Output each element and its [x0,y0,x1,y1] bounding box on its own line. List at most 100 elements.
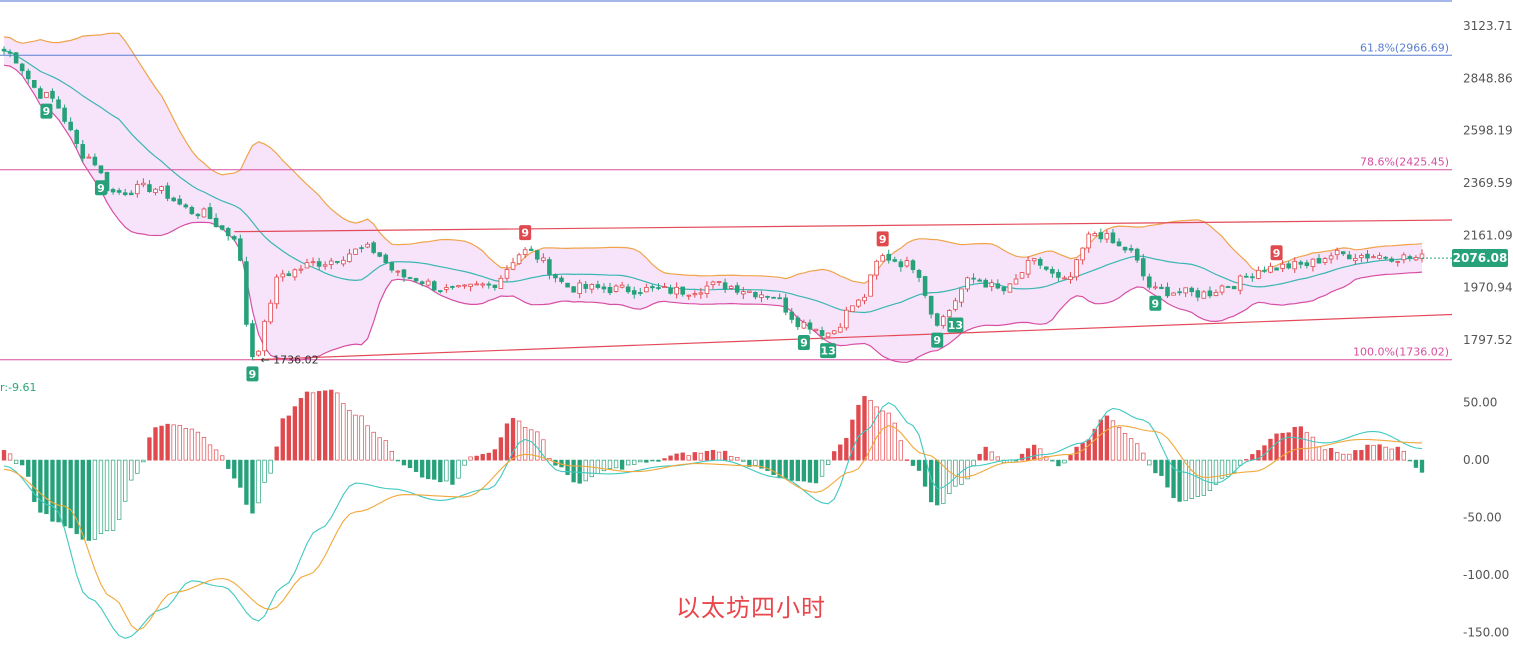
macd-histogram-bar [1383,446,1388,461]
candle-body [98,165,104,174]
candle-body [619,284,625,288]
macd-histogram-bar [844,437,849,461]
candle-body [1359,255,1364,259]
macd-histogram-bar [244,459,249,505]
candle-body [135,184,140,195]
macd-histogram-bar [68,459,73,529]
candle-body [692,293,698,296]
candle-body [68,121,73,131]
macd-histogram-bar [262,459,267,483]
macd-histogram-bar [419,459,425,478]
candle-body [1256,269,1261,279]
candle-body [13,52,19,64]
macd-histogram-bar [286,415,291,461]
candle-body [1165,286,1170,297]
macd-histogram-bar [1159,459,1164,476]
macd-histogram-bar [395,459,401,462]
macd-histogram-bar [953,459,958,487]
macd-histogram-bar [722,450,728,461]
candle-body [450,286,455,288]
candle-body [534,250,540,260]
candle-body [1,48,7,52]
macd-histogram-bar [935,459,940,506]
td-marker-label: 9 [800,337,808,350]
macd-histogram-bar [492,449,498,461]
candle-body [19,63,25,72]
macd-histogram-bar [656,459,661,462]
candle-body [734,285,740,293]
macd-histogram-bar [989,451,994,461]
macd-histogram-bar [1371,444,1376,461]
candle-body [225,228,231,237]
macd-histogram-bar [1128,438,1134,461]
candle-body [1147,276,1152,288]
candle-body [789,311,795,320]
candle-body [1171,292,1176,296]
macd-histogram-bar [426,459,431,480]
candle-body [516,254,522,265]
candle-body [565,282,570,288]
candle-body [274,276,279,305]
candle-body [977,279,982,282]
candle-body [662,286,667,288]
td-marker-label: 9 [97,182,105,195]
td-marker-label: 9 [521,227,529,240]
candle-body [880,255,885,262]
bollinger-band-fill [4,33,1422,363]
candle-body [710,281,716,285]
candle-body [1310,258,1316,267]
candle-body [86,156,92,159]
macd-histogram-bar [1207,459,1213,491]
candle-body [959,288,964,303]
candle-body [553,274,558,279]
candle-body [1153,286,1158,289]
candle-body [856,299,861,307]
td-marker-label: 9 [43,105,51,118]
td-marker-label: 9 [879,233,887,246]
candle-body [316,261,322,267]
candle-body [1050,269,1055,274]
candle-body [1274,267,1279,271]
macd-histogram-bar [1328,448,1334,461]
candle-body [953,300,958,310]
macd-histogram-bar [1377,444,1382,461]
macd-axis-tick: 50.00 [1463,396,1497,410]
candle-body [50,90,55,99]
candle-body [947,310,952,318]
candle-body [395,270,401,273]
candle-body [244,261,249,325]
macd-histogram-bar [504,423,510,461]
macd-histogram-bar [1292,427,1297,461]
macd-histogram-bar [644,459,649,463]
candle-body [625,286,631,293]
macd-histogram-bar [904,459,910,461]
macd-histogram-bar [735,457,740,461]
macd-histogram-bar [44,459,49,515]
macd-histogram-bar [1104,415,1110,461]
candle-body [940,316,946,327]
macd-histogram-bar [13,459,19,464]
price-axis-tick: 1970.94 [1463,281,1513,295]
macd-histogram-bar [292,406,298,461]
candle-body [401,269,407,278]
macd-histogram-bar [704,450,710,461]
candle-body [922,276,928,296]
candle-body [262,320,267,352]
candle-body [7,51,13,54]
macd-histogram-bar [116,459,122,520]
candle-body [577,282,582,294]
candle-body [916,270,922,278]
macd-histogram-bar [1407,459,1413,462]
macd-histogram-bar [692,452,697,461]
macd-histogram-bar [522,427,528,461]
macd-histogram-bar [680,452,685,461]
macd-histogram-bar [1032,444,1037,461]
candle-body [110,189,116,193]
candle-body [559,277,564,282]
candle-body [268,302,273,323]
macd-histogram-bar [1177,459,1182,502]
macd-histogram-bar [480,454,485,461]
candle-body [1316,257,1322,264]
candle-body [1353,258,1358,261]
candle-body [825,332,831,338]
